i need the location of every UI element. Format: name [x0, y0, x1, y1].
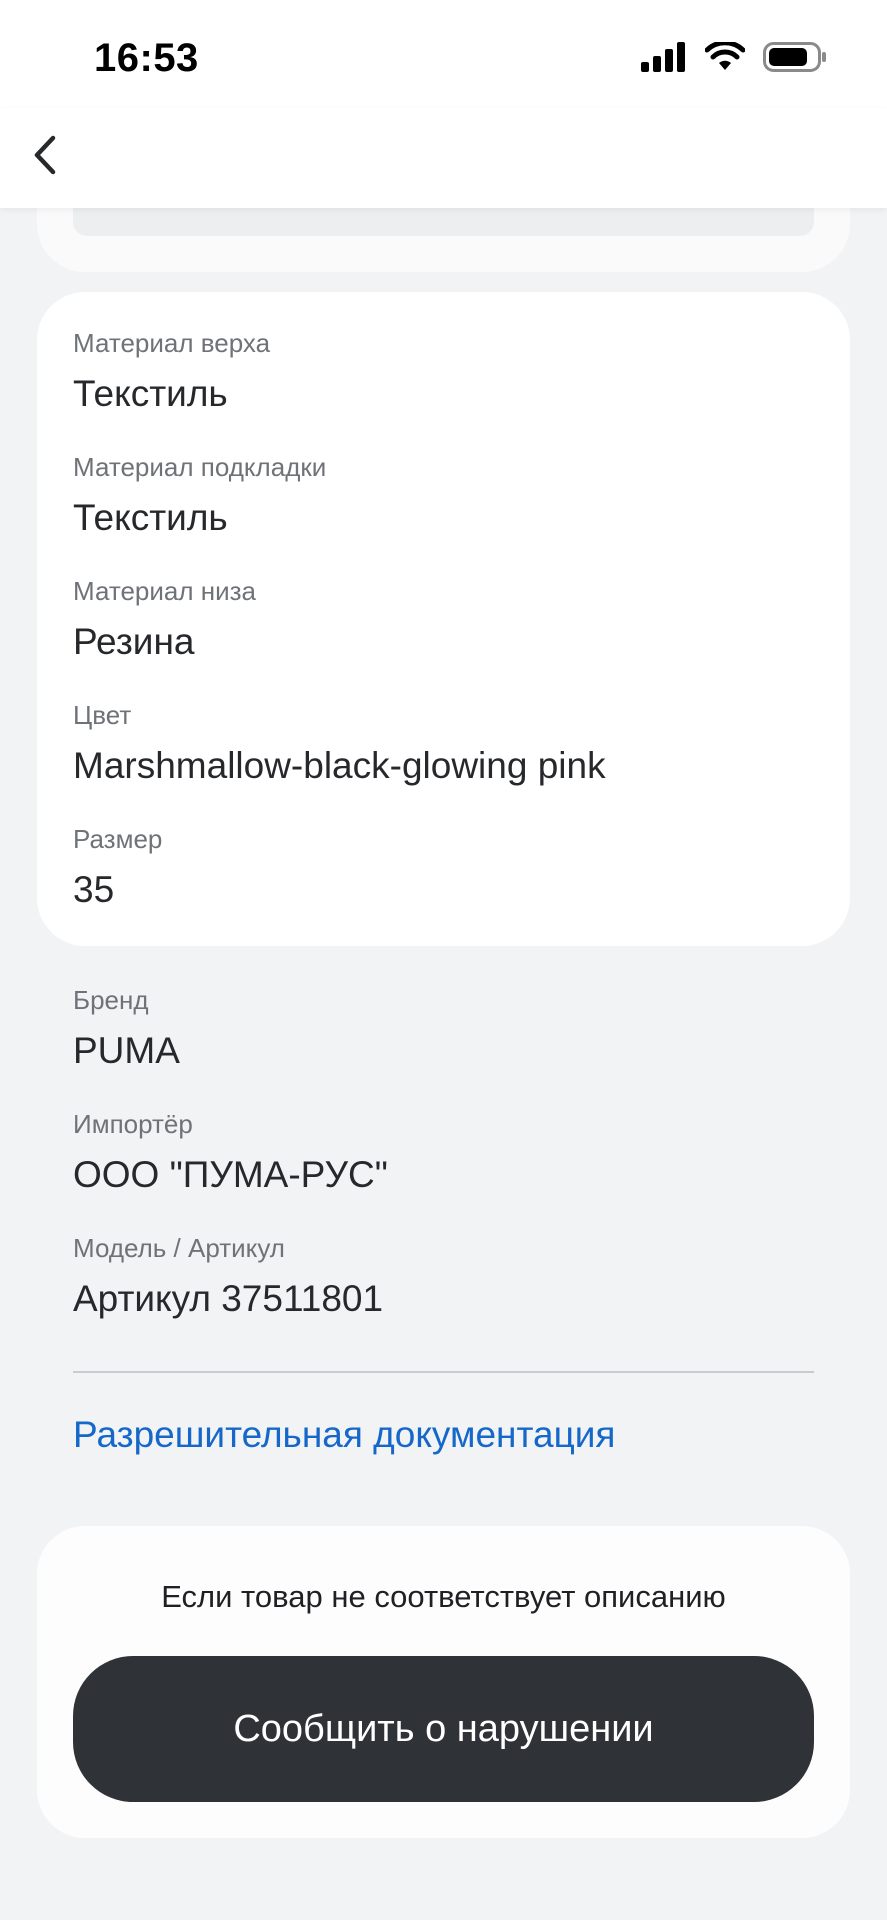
battery-icon — [763, 42, 827, 77]
product-properties-card: Материал верха Текстиль Материал подклад… — [37, 292, 850, 946]
info-model-article: Модель / Артикул Артикул 37511801 — [73, 1233, 383, 1321]
permit-documentation-link[interactable]: Разрешительная документация — [73, 1413, 615, 1457]
chevron-left-icon — [32, 134, 58, 181]
info-value: Артикул 37511801 — [73, 1278, 384, 1319]
property-value: Текстиль — [73, 497, 228, 538]
divider — [73, 1371, 814, 1373]
property-label: Цвет — [73, 700, 132, 730]
property-label: Материал низа — [73, 576, 257, 606]
property-color: Цвет Marshmallow-black-glowing pink — [73, 700, 606, 788]
info-label: Импортёр — [73, 1109, 193, 1139]
property-upper-material: Материал верха Текстиль — [73, 328, 270, 416]
report-violation-button[interactable]: Сообщить о нарушении — [73, 1656, 814, 1802]
info-value: PUMA — [73, 1030, 180, 1071]
property-label: Размер — [73, 824, 163, 854]
report-violation-card: Если товар не соответствует описанию Соо… — [37, 1526, 850, 1838]
property-lining-material: Материал подкладки Текстиль — [73, 452, 326, 540]
cellular-signal-icon — [641, 42, 687, 77]
status-bar: 16:53 — [0, 0, 887, 108]
info-importer: Импортёр ООО "ПУМА-РУС" — [73, 1109, 388, 1197]
property-sole-material: Материал низа Резина — [73, 576, 256, 664]
property-value: Резина — [73, 621, 195, 662]
property-value: Marshmallow-black-glowing pink — [73, 745, 606, 786]
wifi-icon — [704, 40, 746, 77]
property-size: Размер 35 — [73, 824, 162, 912]
info-label: Бренд — [73, 985, 149, 1015]
info-label: Модель / Артикул — [73, 1233, 285, 1263]
property-label: Материал верха — [73, 328, 271, 358]
info-brand: Бренд PUMA — [73, 985, 180, 1073]
property-label: Материал подкладки — [73, 452, 327, 482]
property-value: Текстиль — [73, 373, 228, 414]
status-icons — [641, 40, 827, 77]
report-hint: Если товар не соответствует описанию — [161, 1579, 726, 1614]
property-value: 35 — [73, 869, 115, 910]
info-value: ООО "ПУМА-РУС" — [73, 1154, 388, 1195]
nav-bar — [0, 108, 887, 208]
status-time: 16:53 — [94, 36, 199, 80]
back-button[interactable] — [22, 134, 68, 180]
